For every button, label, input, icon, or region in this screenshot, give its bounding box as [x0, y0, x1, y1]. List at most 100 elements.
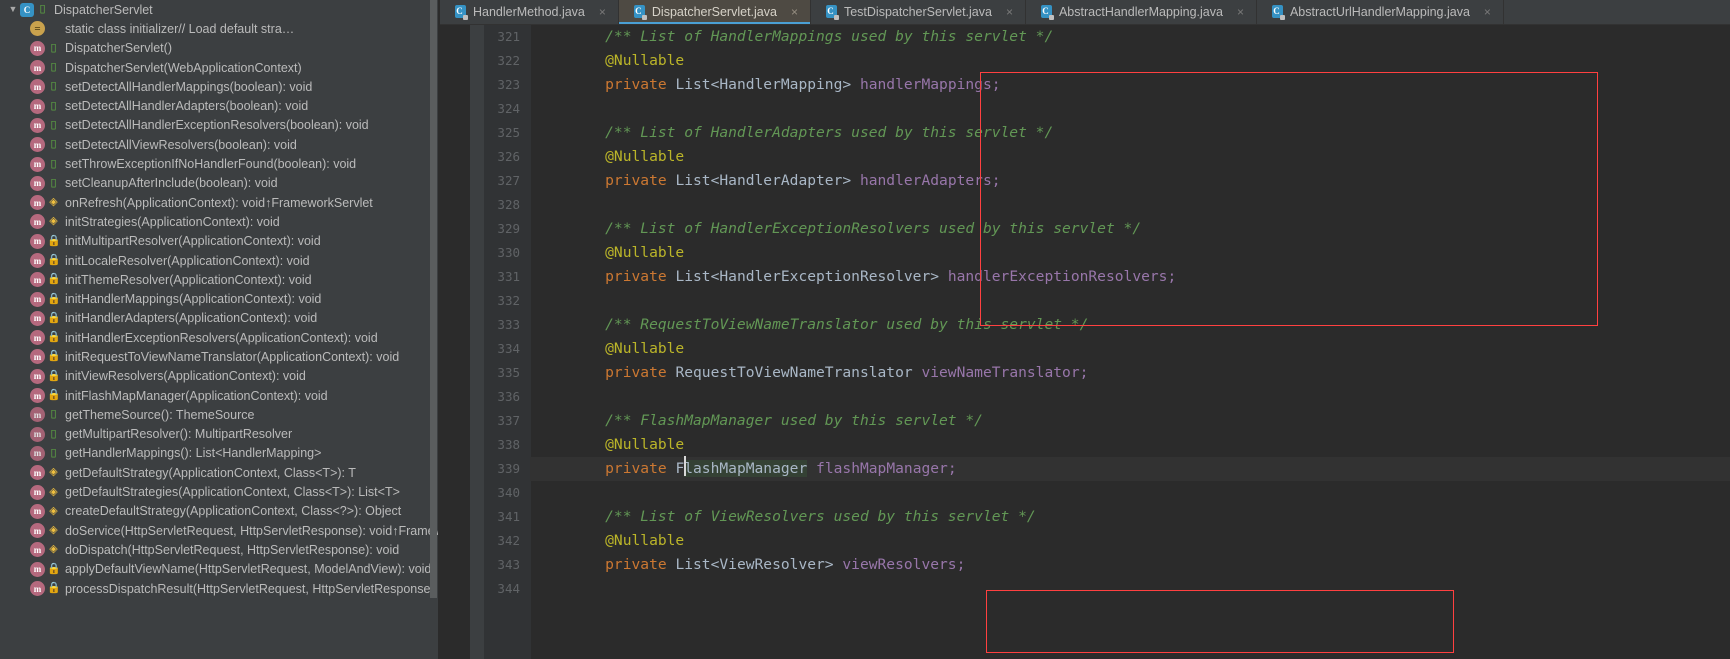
line-number[interactable]: 339 [484, 457, 520, 481]
editor-vertical-scrollbar-track[interactable] [470, 25, 511, 659]
code-line[interactable]: 323 private List<HandlerMapping> handler… [497, 73, 1730, 97]
line-number[interactable]: 326 [484, 145, 520, 169]
line-number[interactable]: 332 [484, 289, 520, 313]
code-line[interactable]: 326 @Nullable [497, 145, 1730, 169]
structure-item[interactable]: m 🔒 applyDefaultViewName(HttpServletReques… [0, 560, 440, 579]
expand-collapse-icon[interactable]: ▼ [6, 5, 20, 14]
code-line-text[interactable]: private List<HandlerExceptionResolver> h… [530, 265, 1176, 289]
structure-item[interactable]: m ▯ DispatcherServlet(WebApplicationContex… [0, 58, 440, 77]
structure-item[interactable]: m 🔒 initViewResolvers(ApplicationContext):… [0, 367, 440, 386]
close-icon[interactable]: × [1006, 6, 1013, 18]
line-number[interactable]: 329 [484, 217, 520, 241]
structure-item[interactable]: m 🔒 initThemeResolver(ApplicationContext):… [0, 270, 440, 289]
structure-item[interactable]: m 🔒 initHandlerMappings(ApplicationContext… [0, 289, 440, 308]
line-number[interactable]: 334 [484, 337, 520, 361]
structure-item[interactable]: m 🔒 initHandlerExceptionResolvers(Applicat… [0, 328, 440, 347]
code-line[interactable]: 340 [497, 481, 1730, 505]
code-line[interactable]: 332 [497, 289, 1730, 313]
code-line-text[interactable] [530, 193, 570, 217]
code-line-text[interactable] [530, 97, 570, 121]
line-number[interactable]: 343 [484, 553, 520, 577]
code-line[interactable]: 344 [497, 577, 1730, 601]
line-number[interactable]: 335 [484, 361, 520, 385]
code-line-text[interactable]: private List<HandlerMapping> handlerMapp… [530, 73, 1000, 97]
code-line[interactable]: 334 @Nullable [497, 337, 1730, 361]
close-icon[interactable]: × [599, 6, 606, 18]
close-icon[interactable]: × [1484, 6, 1491, 18]
code-line-text[interactable]: @Nullable [530, 337, 684, 361]
code-line-text[interactable]: /** FlashMapManager used by this servlet… [530, 409, 983, 433]
line-number[interactable]: 328 [484, 193, 520, 217]
structure-item[interactable]: m ▯ getMultipartResolver(): MultipartResol… [0, 425, 440, 444]
code-line[interactable]: 328 [497, 193, 1730, 217]
code-line[interactable]: 335 private RequestToViewNameTranslator … [497, 361, 1730, 385]
code-line[interactable]: 329 /** List of HandlerExceptionResolver… [497, 217, 1730, 241]
line-number[interactable]: 323 [484, 73, 520, 97]
structure-item[interactable]: m ▯ getHandlerMappings(): List<HandlerMapp… [0, 444, 440, 463]
line-number[interactable]: 344 [484, 577, 520, 601]
editor-tab[interactable]: C TestDispatcherServlet.java × [811, 0, 1026, 24]
code-line[interactable]: 325 /** List of HandlerAdapters used by … [497, 121, 1730, 145]
line-number[interactable]: 342 [484, 529, 520, 553]
close-icon[interactable]: × [1237, 6, 1244, 18]
structure-item[interactable]: = static class initializer // Load defaul… [0, 19, 440, 38]
structure-item[interactable]: m 🔒 initMultipartResolver(ApplicationConte… [0, 232, 440, 251]
structure-item[interactable]: m 🔒 initRequestToViewNameTranslator(Applic… [0, 347, 440, 366]
code-line-text[interactable]: private List<ViewResolver> viewResolvers… [530, 553, 965, 577]
code-line-text[interactable]: @Nullable [530, 529, 684, 553]
structure-item[interactable]: m ▯ setCleanupAfterInclude(boolean): void [0, 174, 440, 193]
line-number[interactable]: 322 [484, 49, 520, 73]
code-line-text[interactable]: /** RequestToViewNameTranslator used by … [530, 313, 1088, 337]
structure-panel-scrollbar[interactable] [430, 0, 437, 598]
line-number[interactable]: 337 [484, 409, 520, 433]
code-line[interactable]: 339 private FlashMapManager flashMapMana… [497, 456, 1730, 481]
code-line-text[interactable]: /** List of ViewResolvers used by this s… [530, 505, 1036, 529]
code-line-text[interactable]: private List<HandlerAdapter> handlerAdap… [530, 169, 1000, 193]
line-number[interactable]: 341 [484, 505, 520, 529]
code-line[interactable]: 343 private List<ViewResolver> viewResol… [497, 553, 1730, 577]
structure-root-item[interactable]: ▼ C ▯ DispatcherServlet [0, 0, 440, 19]
code-content[interactable]: 321 /** List of HandlerMappings used by … [497, 25, 1730, 659]
structure-item[interactable]: m ▯ getThemeSource(): ThemeSource [0, 405, 440, 424]
code-line-text[interactable] [530, 577, 570, 601]
code-line-text[interactable] [530, 481, 570, 505]
code-line-text[interactable]: /** List of HandlerExceptionResolvers us… [530, 217, 1141, 241]
structure-item[interactable]: m 🔒 initHandlerAdapters(ApplicationContext… [0, 309, 440, 328]
code-line[interactable]: 331 private List<HandlerExceptionResolve… [497, 265, 1730, 289]
structure-item[interactable]: m ▯ setThrowExceptionIfNoHandlerFound(bool… [0, 154, 440, 173]
structure-item[interactable]: m ▯ setDetectAllHandlerMappings(boolean): … [0, 77, 440, 96]
code-line[interactable]: 330 @Nullable [497, 241, 1730, 265]
editor-tab[interactable]: C AbstractUrlHandlerMapping.java × [1257, 0, 1504, 24]
code-line-text[interactable]: private FlashMapManager flashMapManager; [530, 456, 957, 481]
structure-item[interactable]: m ◈ getDefaultStrategies(ApplicationContex… [0, 482, 440, 501]
code-line[interactable]: 322 @Nullable [497, 49, 1730, 73]
line-number[interactable]: 330 [484, 241, 520, 265]
editor-tab[interactable]: C AbstractHandlerMapping.java × [1026, 0, 1257, 24]
code-line-text[interactable]: @Nullable [530, 145, 684, 169]
editor-tab[interactable]: C DispatcherServlet.java × [618, 0, 811, 24]
structure-item[interactable]: m 🔒 processDispatchResult(HttpServletReque… [0, 579, 440, 598]
code-line[interactable]: 333 /** RequestToViewNameTranslator used… [497, 313, 1730, 337]
line-number[interactable]: 324 [484, 97, 520, 121]
structure-item[interactable]: m 🔒 initLocaleResolver(ApplicationContext)… [0, 251, 440, 270]
code-line[interactable]: 338 @Nullable [497, 433, 1730, 457]
structure-item[interactable]: m ▯ setDetectAllHandlerAdapters(boolean): … [0, 96, 440, 115]
code-line[interactable]: 324 [497, 97, 1730, 121]
code-line-text[interactable]: @Nullable [530, 433, 684, 457]
line-number[interactable]: 340 [484, 481, 520, 505]
line-number[interactable]: 325 [484, 121, 520, 145]
code-line[interactable]: 327 private List<HandlerAdapter> handler… [497, 169, 1730, 193]
line-number[interactable]: 327 [484, 169, 520, 193]
code-line-text[interactable]: private RequestToViewNameTranslator view… [530, 361, 1088, 385]
line-number[interactable]: 333 [484, 313, 520, 337]
code-line-text[interactable] [530, 385, 570, 409]
structure-item[interactable]: m 🔒 initFlashMapManager(ApplicationContext… [0, 386, 440, 405]
code-line[interactable]: 336 [497, 385, 1730, 409]
line-number[interactable]: 338 [484, 433, 520, 457]
code-line[interactable]: 321 /** List of HandlerMappings used by … [497, 25, 1730, 49]
code-line-text[interactable]: @Nullable [530, 49, 684, 73]
code-line-text[interactable]: /** List of HandlerAdapters used by this… [530, 121, 1053, 145]
close-icon[interactable]: × [791, 6, 798, 18]
line-number[interactable]: 321 [484, 25, 520, 49]
line-number[interactable]: 331 [484, 265, 520, 289]
